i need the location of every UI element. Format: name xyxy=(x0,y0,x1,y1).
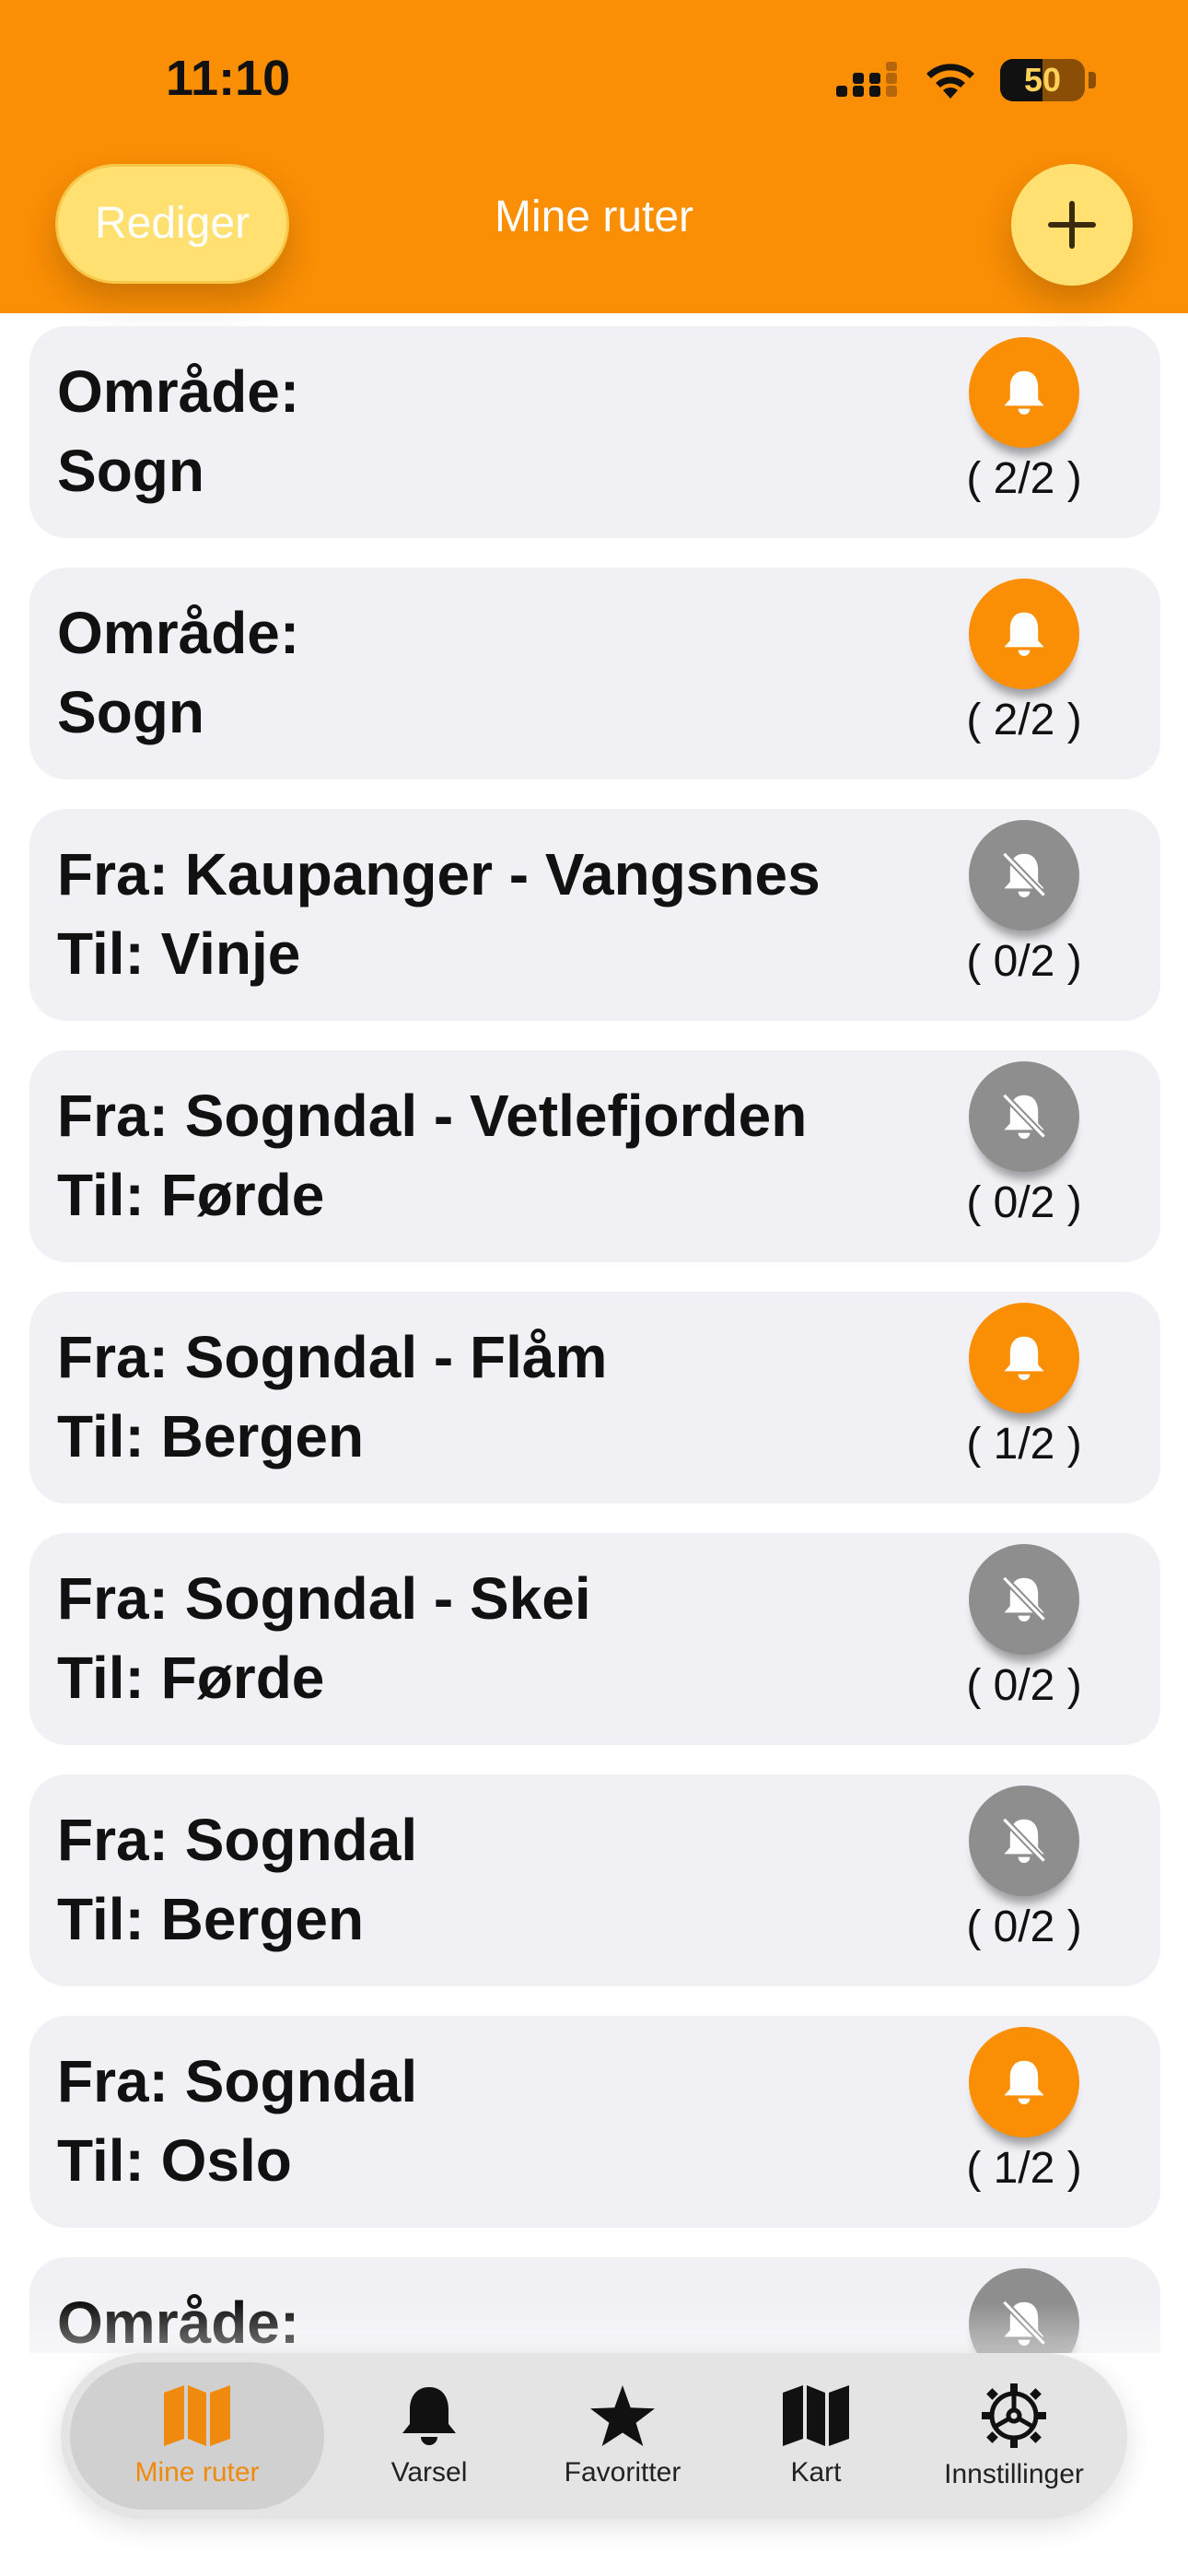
page-title: Mine ruter xyxy=(494,193,694,241)
alert-count: ( 0/2 ) xyxy=(966,1903,1082,1951)
route-line-1: Fra: Sogndal - Skei xyxy=(57,1565,591,1632)
route-line-2: Til: Bergen xyxy=(57,1403,365,1469)
alert-toggle-button[interactable] xyxy=(969,337,1079,448)
route-line-1: Fra: Sogndal xyxy=(57,2048,418,2114)
wifi-icon xyxy=(926,64,974,99)
alert-toggle-button[interactable] xyxy=(969,1303,1079,1413)
bell-icon xyxy=(1004,2060,1044,2104)
alert-count: ( 1/2 ) xyxy=(966,2144,1082,2193)
add-route-button[interactable] xyxy=(1011,164,1133,286)
alert-count: ( 1/2 ) xyxy=(966,1420,1082,1469)
alert-toggle-button[interactable] xyxy=(969,1786,1079,1896)
route-line-2: Til: Førde xyxy=(57,1645,325,1711)
route-title: Fra: Sogndal - Vetlefjorden Til: Førde xyxy=(57,1076,941,1235)
bell-icon xyxy=(1004,1336,1044,1380)
route-title: Område: Sogn xyxy=(57,593,941,752)
alert-toggle-button[interactable] xyxy=(969,1061,1079,1172)
route-title: Område: Sogn xyxy=(57,352,941,510)
tab-label: Favoritter xyxy=(564,2457,681,2488)
tab-innstillinger[interactable]: Innstillinger xyxy=(908,2353,1120,2519)
route-title: Fra: Sogndal - Flåm Til: Bergen xyxy=(57,1317,941,1476)
map-icon xyxy=(164,2385,230,2446)
bell-icon xyxy=(402,2387,456,2445)
star-icon xyxy=(590,2384,655,2447)
alert-count: ( 2/2 ) xyxy=(966,454,1082,503)
alert-toggle-button[interactable] xyxy=(969,1544,1079,1655)
bell-icon xyxy=(1004,370,1044,415)
route-card[interactable]: Fra: Sogndal - Skei Til: Førde ( 0/2 ) xyxy=(29,1533,1160,1745)
route-title: Fra: Sogndal - Skei Til: Førde xyxy=(57,1559,941,1717)
bell-slash-icon xyxy=(1001,1093,1047,1140)
tab-favoritter[interactable]: Favoritter xyxy=(521,2353,724,2519)
bell-slash-icon xyxy=(1001,1817,1047,1864)
route-title: Fra: Sogndal Til: Bergen xyxy=(57,1800,941,1959)
alert-toggle-button[interactable] xyxy=(969,579,1079,689)
alert-count: ( 2/2 ) xyxy=(966,696,1082,744)
route-line-1: Område: xyxy=(57,358,300,425)
route-line-1: Fra: Kaupanger - Vangsnes xyxy=(57,841,821,907)
tab-label: Innstillinger xyxy=(944,2459,1084,2489)
route-list: Område: Sogn ( 2/2 ) Område: Sogn ( 2/2 ) Fra:… xyxy=(29,326,1160,2353)
route-line-2: Til: Oslo xyxy=(57,2127,292,2194)
alert-count: ( 0/2 ) xyxy=(966,1661,1082,1710)
route-line-2: Til: Bergen xyxy=(57,1886,365,1952)
gear-icon xyxy=(982,2383,1046,2448)
route-card[interactable]: Fra: Sogndal Til: Bergen ( 0/2 ) xyxy=(29,1774,1160,1986)
tab-label: Mine ruter xyxy=(134,2457,260,2488)
tab-varsel[interactable]: Varsel xyxy=(337,2353,521,2519)
route-line-2: Sogn xyxy=(57,438,204,504)
cellular-signal-icon xyxy=(836,62,897,97)
tab-bar: Mine ruter Varsel Favoritter Kart Innsti… xyxy=(61,2353,1127,2519)
tab-mine-ruter[interactable]: Mine ruter xyxy=(70,2353,324,2519)
tab-label: Varsel xyxy=(390,2457,468,2488)
alert-toggle-button[interactable] xyxy=(969,820,1079,931)
route-line-1: Fra: Sogndal - Flåm xyxy=(57,1324,608,1390)
header-bar: 11:10 50 Rediger Mine ruter xyxy=(0,0,1188,313)
route-line-2: Til: Vinje xyxy=(57,920,301,987)
route-line-2: Sogn xyxy=(57,679,204,745)
alert-count: ( 0/2 ) xyxy=(966,1178,1082,1227)
route-title: Fra: Kaupanger - Vangsnes Til: Vinje xyxy=(57,835,941,993)
route-line-1: Fra: Sogndal - Vetlefjorden xyxy=(57,1083,808,1149)
battery-level: 50 xyxy=(1023,61,1062,99)
alert-toggle-button[interactable] xyxy=(969,2027,1079,2137)
route-line-2: Til: Førde xyxy=(57,1162,325,1228)
route-card[interactable]: Område: Sogn ( 2/2 ) xyxy=(29,568,1160,779)
route-card[interactable]: Fra: Sogndal - Flåm Til: Bergen ( 1/2 ) xyxy=(29,1292,1160,1504)
tab-label: Kart xyxy=(790,2457,842,2488)
status-time: 11:10 xyxy=(166,51,291,106)
map-icon xyxy=(783,2385,849,2446)
route-line-1: Område: xyxy=(57,600,300,666)
route-card[interactable]: Fra: Kaupanger - Vangsnes Til: Vinje ( 0/2… xyxy=(29,809,1160,1021)
route-line-1: Fra: Sogndal xyxy=(57,1807,418,1873)
bell-slash-icon xyxy=(1001,851,1047,898)
status-icons: 50 xyxy=(836,57,1096,103)
battery-indicator: 50 xyxy=(1000,59,1096,101)
alert-count: ( 0/2 ) xyxy=(966,937,1082,986)
tab-kart[interactable]: Kart xyxy=(733,2353,899,2519)
route-title: Fra: Sogndal Til: Oslo xyxy=(57,2042,941,2200)
route-card[interactable]: Område: Sogn ( 2/2 ) xyxy=(29,326,1160,538)
plus-icon xyxy=(1048,201,1096,249)
bell-slash-icon xyxy=(1001,1575,1047,1622)
bell-icon xyxy=(1004,612,1044,656)
route-card[interactable]: Fra: Sogndal - Vetlefjorden Til: Førde ( 0… xyxy=(29,1050,1160,1262)
route-card[interactable]: Fra: Sogndal Til: Oslo ( 1/2 ) xyxy=(29,2016,1160,2228)
